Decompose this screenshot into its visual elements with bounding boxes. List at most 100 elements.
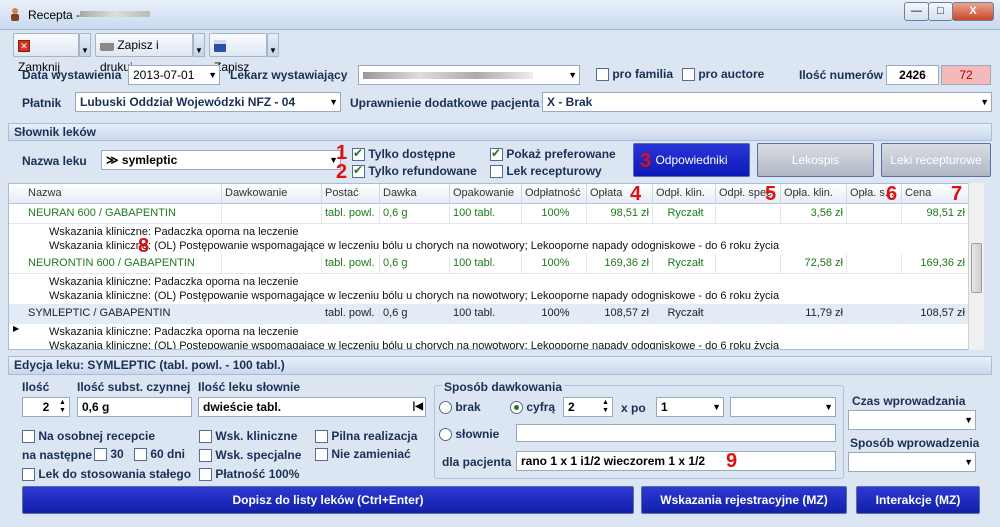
window-title: Recepta - [28, 8, 81, 22]
annotation-3: 3 [640, 150, 652, 172]
payer-field[interactable]: Lubuski Oddział Wojewódzki NFZ - 04 ▼ [75, 92, 341, 112]
annotation-6: 6 [886, 183, 898, 205]
active-field[interactable]: 0,6 g [77, 397, 192, 417]
next-label: na następne [22, 448, 93, 462]
words-label: Ilość leku słownie [198, 380, 301, 394]
minimize-button[interactable]: — [904, 2, 929, 21]
col-name[interactable]: Nazwa [25, 184, 222, 204]
chevron-down-icon: ▼ [964, 457, 973, 467]
method-label: Sposób wprowadzenia [850, 436, 980, 450]
lekospis-button[interactable]: Lekospis [757, 143, 874, 177]
lekospis-label: Lekospis [791, 153, 840, 167]
urgent-checkbox[interactable]: Pilna realizacja [315, 429, 418, 444]
pro-familia-checkbox[interactable]: pro familia [596, 67, 674, 82]
count-field[interactable]: 2426 [886, 65, 939, 85]
pro-familia-label: pro familia [612, 67, 674, 81]
col-dosing[interactable]: Dawkowanie [222, 184, 322, 204]
cell-fee: 98,51 zł [587, 204, 653, 224]
grid-scrollbar[interactable] [968, 183, 984, 350]
col-fee-klin[interactable]: Opła. klin. [781, 184, 847, 204]
annotation-7: 7 [951, 183, 963, 205]
doctor-field[interactable]: ▼ [358, 65, 580, 85]
dose-num-field[interactable]: 2 ▲ ▼ [563, 397, 613, 417]
words-radio[interactable]: słownie [439, 427, 499, 442]
col-form[interactable]: Postać [322, 184, 380, 204]
method-field[interactable]: ▼ [848, 452, 976, 472]
row-indication: Wskazania kliniczne: (OL) Postępowanie w… [49, 340, 780, 350]
app-icon [9, 7, 21, 21]
cell-dose: 0,6 g [380, 254, 450, 274]
entitlement-field[interactable]: X - Brak ▼ [542, 92, 992, 112]
entitlement-label: Uprawnienie dodatkowe pacjenta [350, 96, 540, 110]
save-button[interactable]: Zapisz [209, 33, 267, 74]
date-field[interactable]: 2013-07-01 ▼ [128, 65, 220, 85]
save-print-button[interactable]: Zapisz i drukuj [95, 33, 193, 74]
save-print-dropdown[interactable]: ▼ [193, 33, 205, 57]
d60-checkbox[interactable]: 60 dni [134, 447, 185, 462]
close-window-button[interactable]: X [952, 2, 994, 21]
only-refunded-label: Tylko refundowane [368, 164, 477, 178]
number-radio[interactable]: cyfrą [510, 400, 555, 415]
close-button[interactable]: ✕ Zamknij [13, 33, 79, 74]
col-dose[interactable]: Dawka [380, 184, 450, 204]
col-fee[interactable]: Opłata [587, 184, 653, 204]
chevron-down-icon: ▼ [964, 415, 973, 425]
separate-rx-checkbox[interactable]: Na osobnej recepcie [22, 429, 155, 444]
col-refund[interactable]: Odpłatność [522, 184, 587, 204]
cell-name: NEURAN 600 / GABAPENTIN [25, 204, 222, 224]
table-row-selected[interactable]: SYMLEPTIC / GABAPENTIN tabl. powl. 0,6 g… [9, 304, 969, 324]
save-dropdown[interactable]: ▼ [267, 33, 279, 57]
urgent-label: Pilna realizacja [331, 429, 418, 443]
patient-field[interactable]: rano 1 x 1 i1/2 wieczorem 1 x 1/2 [516, 451, 836, 471]
time-field[interactable]: ▼ [848, 410, 976, 430]
dosing-title: Sposób dawkowania [442, 380, 565, 394]
words-field[interactable]: dwieście tabl. |◀ [198, 397, 426, 417]
no-substitute-label: Nie zamieniać [331, 447, 411, 461]
cell-fee-klin: 3,56 zł [781, 204, 847, 224]
pro-auctore-checkbox[interactable]: pro auctore [682, 67, 764, 82]
table-row[interactable]: NEURONTIN 600 / GABAPENTIN tabl. powl. 0… [9, 254, 969, 274]
add-to-list-button[interactable]: Dopisz do listy leków (Ctrl+Enter) [22, 486, 634, 514]
close-dropdown[interactable]: ▼ [79, 33, 91, 57]
cell-fee: 169,36 zł [587, 254, 653, 274]
none-radio[interactable]: brak [439, 400, 481, 415]
only-refunded-checkbox[interactable]: Tylko refundowane [352, 163, 477, 179]
spinner-icon[interactable]: ▲ ▼ [57, 399, 68, 415]
cell-dosing [222, 304, 322, 324]
spinner-icon[interactable]: ▲ ▼ [600, 399, 611, 415]
cell-form: tabl. powl. [322, 304, 380, 324]
cell-klin: Ryczałt [653, 204, 716, 224]
col-klin[interactable]: Odpł. klin. [653, 184, 716, 204]
drug-name-field[interactable]: ≫ symleptic ▼ [101, 150, 341, 170]
cell-form: tabl. powl. [322, 254, 380, 274]
show-preferred-label: Pokaż preferowane [506, 147, 616, 161]
show-preferred-checkbox[interactable]: Pokaż preferowane [490, 146, 616, 162]
table-row[interactable]: NEURAN 600 / GABAPENTIN tabl. powl. 0,6 … [9, 204, 969, 224]
per-field[interactable]: 1 ▼ [656, 397, 724, 417]
maximize-button[interactable]: □ [928, 2, 953, 21]
pay100-checkbox[interactable]: Płatność 100% [199, 467, 299, 482]
scroll-thumb[interactable] [971, 243, 982, 293]
recipe-drugs-button[interactable]: Leki recepturowe [881, 143, 991, 177]
words-dosing-field[interactable] [516, 424, 836, 442]
per-value: 1 [661, 400, 668, 414]
ind-clinical-checkbox[interactable]: Wsk. kliniczne [199, 429, 297, 444]
interactions-button[interactable]: Interakcje (MZ) [856, 486, 980, 514]
chevron-down-icon: ▼ [980, 97, 989, 107]
registration-indications-button[interactable]: Wskazania rejestracyjne (MZ) [641, 486, 847, 514]
cell-price: 169,36 zł [902, 254, 969, 274]
unit-field[interactable]: ▼ [730, 397, 836, 417]
skip-back-icon[interactable]: |◀ [413, 398, 424, 416]
only-available-checkbox[interactable]: Tylko dostępne [352, 146, 455, 162]
binoculars-icon: ≫ [106, 153, 119, 167]
no-substitute-checkbox[interactable]: Nie zamieniać [315, 447, 411, 462]
col-pack[interactable]: Opakowanie [450, 184, 522, 204]
d30-checkbox[interactable]: 30 [94, 447, 124, 462]
ind-special-checkbox[interactable]: Wsk. specjalne [199, 448, 301, 463]
prescription-drug-checkbox[interactable]: Lek recepturowy [490, 164, 602, 179]
qty-field[interactable]: 2 ▲ ▼ [22, 397, 70, 417]
cell-pack: 100 tabl. [450, 204, 522, 224]
cell-fee-spec [847, 254, 902, 274]
permanent-checkbox[interactable]: Lek do stosowania stałego [22, 467, 191, 482]
row-indication: Wskazania kliniczne: Padaczka oporna na … [49, 276, 299, 288]
